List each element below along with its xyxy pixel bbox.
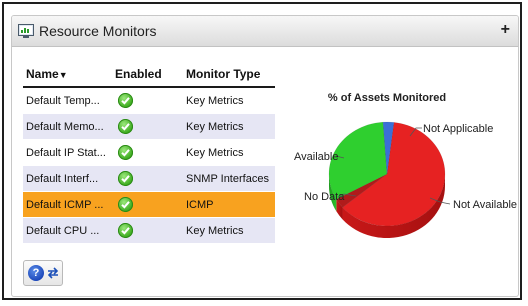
row-name: Default Interf... [26,173,99,185]
resource-monitors-panel: Resource Monitors + Name▼ Enabled Monito… [11,15,519,297]
row-monitor-type: SNMP Interfaces [186,173,269,185]
table-row[interactable]: Default Interf... SNMP Interfaces [23,166,275,192]
table-row[interactable]: Default ICMP ... ICMP [23,192,275,218]
column-header-enabled[interactable]: Enabled [115,67,162,81]
row-name: Default IP Stat... [26,147,106,159]
row-monitor-type: ICMP [186,199,214,211]
column-header-monitor-type[interactable]: Monitor Type [186,67,260,81]
slice-label-not-available: Not Available [453,199,517,211]
table-header: Name▼ Enabled Monitor Type [23,64,275,88]
table-row[interactable]: Default Temp... Key Metrics [23,88,275,114]
pie-chart: Not Applicable Available No Data Not Availa… [294,121,517,239]
table-row[interactable]: Default Memo... Key Metrics [23,114,275,140]
help-button[interactable]: ? [28,265,44,281]
panel-title: Resource Monitors [39,23,157,39]
swap-arrows-icon[interactable] [46,266,60,280]
row-monitor-type: Key Metrics [186,147,244,159]
monitors-table: Name▼ Enabled Monitor Type Default Temp.… [23,64,275,244]
enabled-check-icon [118,197,133,212]
table-row[interactable]: Default CPU ... Key Metrics [23,218,275,244]
row-name: Default Temp... [26,95,100,107]
panel-header: Resource Monitors + [12,16,518,47]
column-header-name[interactable]: Name▼ [26,67,68,81]
enabled-check-icon [118,171,133,186]
enabled-check-icon [118,93,133,108]
window-frame: Resource Monitors + Name▼ Enabled Monito… [2,2,522,300]
expand-button[interactable]: + [501,21,510,39]
row-name: Default CPU ... [26,225,100,237]
row-monitor-type: Key Metrics [186,225,244,237]
slice-label-not-applicable: Not Applicable [423,123,493,135]
table-body: Default Temp... Key Metrics Default Memo..… [23,88,275,244]
enabled-check-icon [118,145,133,160]
row-name: Default Memo... [26,121,104,133]
monitor-icon [18,24,34,38]
row-monitor-type: Key Metrics [186,121,244,133]
toolbar: ? [23,260,63,286]
enabled-check-icon [118,223,133,238]
assets-monitored-chart: % of Assets Monitored Not Applicable Avai… [290,76,518,246]
table-row[interactable]: Default IP Stat... Key Metrics [23,140,275,166]
row-name: Default ICMP ... [26,199,104,211]
slice-label-no-data: No Data [304,191,345,203]
row-monitor-type: Key Metrics [186,95,244,107]
slice-label-available: Available [294,151,338,163]
enabled-check-icon [118,119,133,134]
